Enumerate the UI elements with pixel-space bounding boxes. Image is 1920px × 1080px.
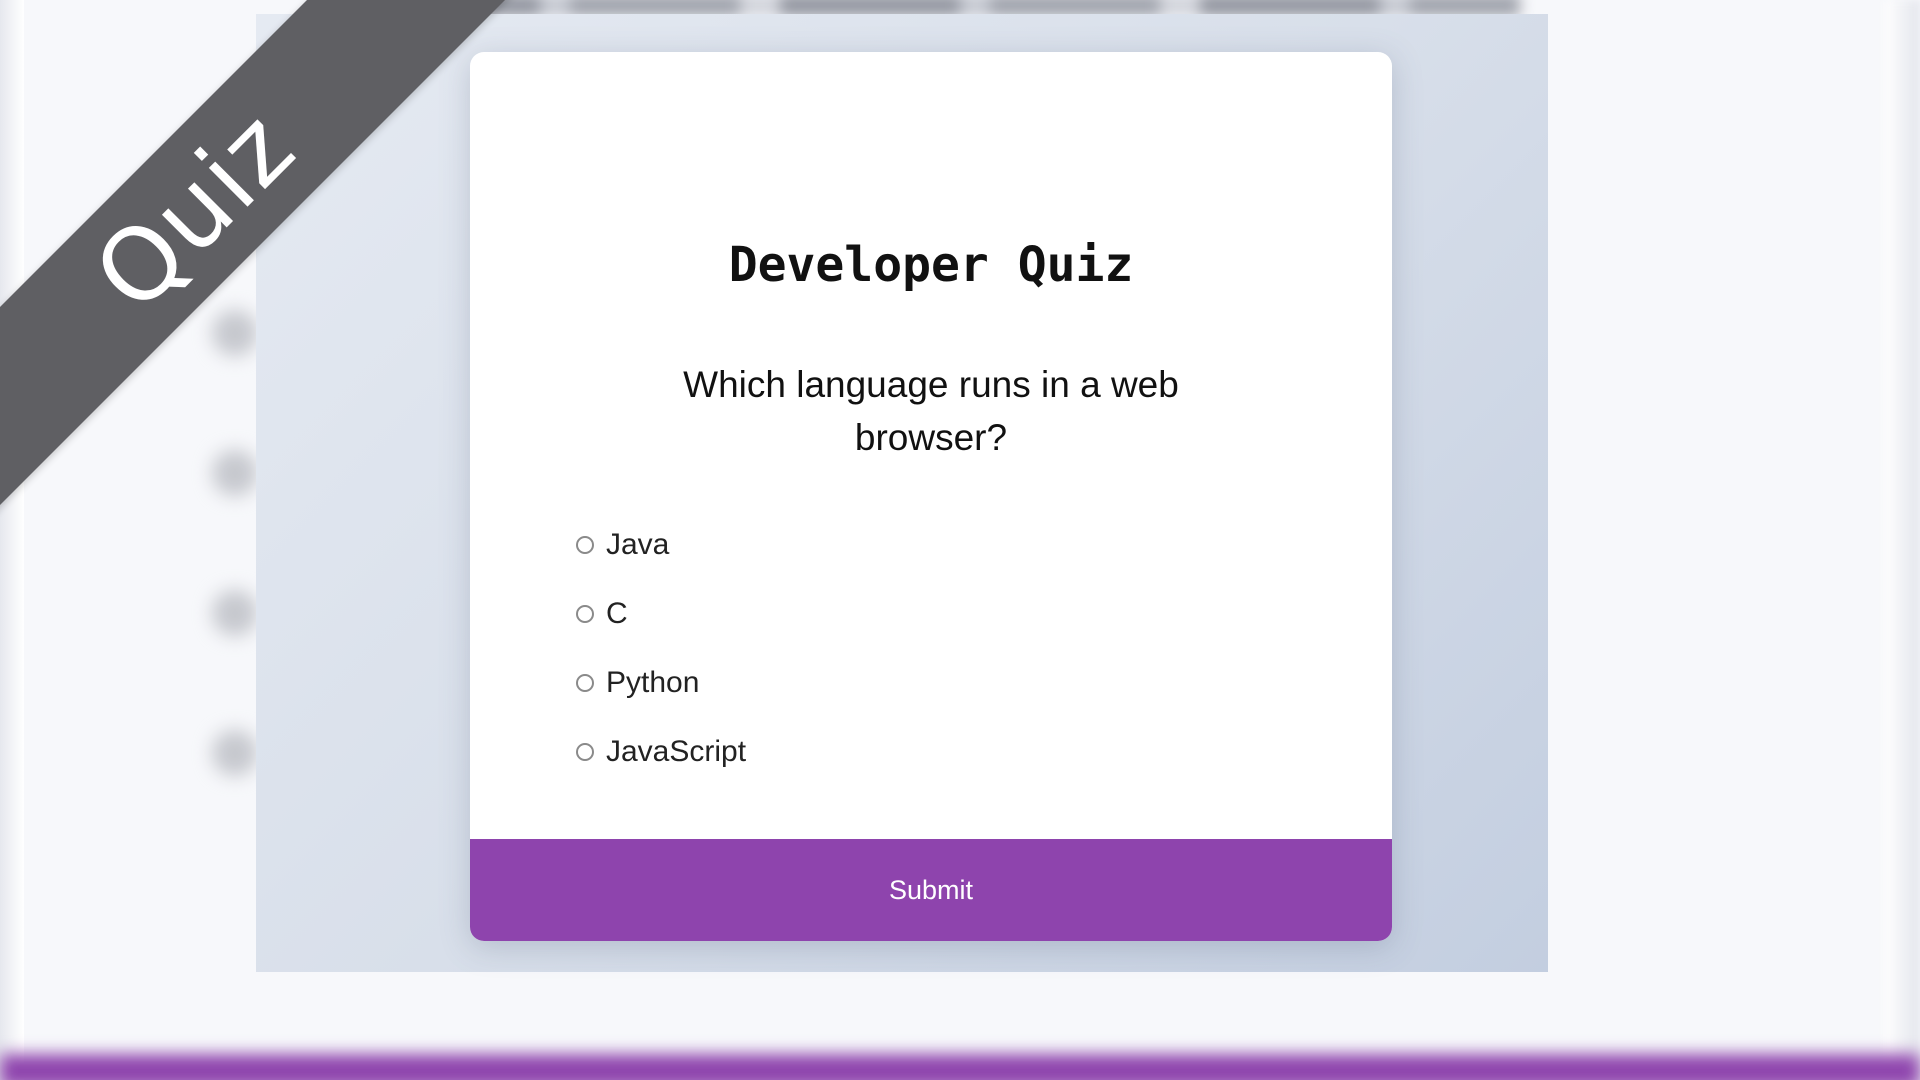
background-left-edge [0,0,24,1080]
background-blurred-dot [212,730,258,776]
quiz-card: Developer Quiz Which language runs in a … [470,52,1392,941]
answer-option-c[interactable]: C [576,579,1276,648]
background-bottom-bar [0,1054,1920,1080]
submit-button[interactable]: Submit [470,839,1392,941]
radio-button-icon[interactable] [576,604,594,623]
answer-option-label[interactable]: Java [606,528,669,562]
radio-button-icon[interactable] [576,673,594,692]
background-blurred-dot [212,450,258,496]
answer-option-label[interactable]: C [606,597,628,631]
answer-option-java[interactable]: Java [576,510,1276,579]
background-right-edge [1884,0,1920,1080]
background-blurred-dot [212,590,258,636]
question-text: Which language runs in a web browser? [683,364,1179,458]
answer-option-python[interactable]: Python [576,648,1276,717]
answer-option-javascript[interactable]: JavaScript [576,717,1276,786]
quiz-title: Developer Quiz [728,237,1134,293]
background-blurred-dot [212,310,258,356]
radio-button-icon[interactable] [576,535,594,554]
radio-button-icon[interactable] [576,742,594,761]
answer-options: Java C Python JavaScript [576,510,1276,786]
page: Developer Quiz Which language runs in a … [0,0,1920,1080]
answer-option-label[interactable]: Python [606,666,699,700]
answer-option-label[interactable]: JavaScript [606,735,746,769]
